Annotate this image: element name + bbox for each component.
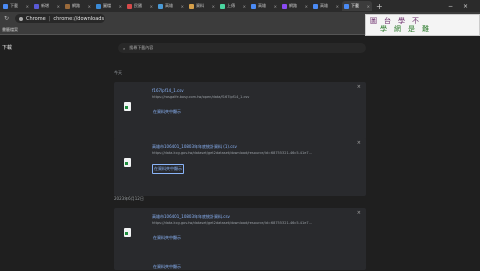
download-item: 在資料夾中顯示 — [114, 262, 366, 270]
tab-item[interactable]: 民國 × — [125, 1, 155, 11]
tab-item[interactable]: 網路 × — [280, 1, 310, 11]
download-filename-link[interactable]: 高雄市106401_10803年年底統計資料 (1).csv — [152, 144, 237, 150]
omnibox-scheme: Chrome — [26, 15, 46, 22]
new-tab-button[interactable]: + — [376, 2, 383, 11]
close-tab-icon[interactable]: × — [26, 4, 29, 9]
search-downloads-input[interactable]: ⌕ 搜尋下載內容 — [118, 43, 366, 53]
tab-label: 高雄 — [320, 3, 328, 8]
favicon-icon — [127, 3, 132, 9]
close-tab-icon[interactable]: × — [305, 4, 308, 9]
download-source-url[interactable]: https://data.kcg.gov.tw/dataset/get2data… — [152, 151, 342, 155]
favicon-icon — [96, 3, 101, 9]
tab-item[interactable]: 高雄 × — [311, 1, 341, 11]
tab-strip: 下載 × 新增 × 網路 × 圖檔 × 民國 × 高雄 × 資料 × 上傳 × 高雄 × 網路 × … — [0, 0, 480, 12]
calligraphy-overlay: 圖 台 學 不 學 網 是 難 — [365, 14, 480, 36]
show-in-folder-button[interactable]: 在資料夾中顯示 — [152, 108, 182, 116]
download-source-url[interactable]: https://data.kcg.gov.tw/dataset/get2data… — [152, 221, 342, 225]
remove-download-icon[interactable]: × — [357, 210, 361, 216]
tab-downloads-active[interactable]: 下載 × — [342, 1, 372, 11]
minimize-button[interactable]: − — [448, 0, 453, 12]
search-placeholder: 搜尋下載內容 — [129, 45, 154, 50]
tab-item[interactable]: 資料 × — [187, 1, 217, 11]
csv-file-icon — [124, 102, 131, 111]
tab-label: 圖檔 — [103, 3, 111, 8]
tab-item[interactable]: 新增 × — [32, 1, 62, 11]
favicon-icon — [313, 3, 318, 9]
tab-label: 網路 — [289, 3, 297, 8]
show-in-folder-button[interactable]: 在資料夾中顯示 — [152, 164, 184, 174]
favicon-icon — [34, 3, 39, 9]
close-tab-icon[interactable]: × — [88, 4, 91, 9]
close-tab-icon[interactable]: × — [150, 4, 153, 9]
search-icon: ⌕ — [123, 45, 126, 51]
close-tab-icon[interactable]: × — [57, 4, 60, 9]
close-tab-icon[interactable]: × — [367, 4, 370, 9]
favicon-icon — [282, 3, 287, 9]
tab-label: 高雄 — [258, 3, 266, 8]
tab-label: 下載 — [10, 3, 18, 8]
favicon-icon — [3, 3, 8, 9]
date-group-label: 今天 — [114, 70, 122, 75]
tab-item[interactable]: 高雄 × — [249, 1, 279, 11]
close-tab-icon[interactable]: × — [181, 4, 184, 9]
download-item: 高雄市106401_10803年年底統計資料.csv https://data.… — [114, 208, 366, 266]
close-window-button[interactable]: × — [463, 0, 468, 12]
overlay-line: 學 網 是 難 — [380, 25, 429, 33]
close-tab-icon[interactable]: × — [336, 4, 339, 9]
tab-label: 網路 — [72, 3, 80, 8]
omnibox-separator: | — [48, 15, 51, 22]
favicon-icon — [65, 3, 70, 9]
tab-item[interactable]: 圖檔 × — [94, 1, 124, 11]
close-tab-icon[interactable]: × — [212, 4, 215, 9]
tab-label: 民國 — [134, 3, 142, 8]
remove-download-icon[interactable]: × — [357, 140, 361, 146]
tab-label: 新增 — [41, 3, 49, 8]
download-filename-link[interactable]: f167lpf14_1.csv — [152, 88, 184, 93]
omnibox-url: chrome://downloads — [53, 15, 105, 22]
download-item: f167lpf14_1.csv https://rosgalfe.bosy.co… — [114, 82, 366, 140]
date-group-label: 2023年6月12日 — [114, 196, 144, 201]
bookmark-item[interactable]: 書籤檔案 — [2, 27, 18, 33]
remove-download-icon[interactable]: × — [357, 84, 361, 90]
overlay-line: 圖 台 學 不 — [370, 17, 419, 25]
favicon-icon — [344, 3, 349, 9]
tab-item[interactable]: 下載 × — [1, 1, 31, 11]
favicon-icon — [220, 3, 225, 9]
tab-label: 下載 — [351, 3, 359, 8]
chrome-icon — [19, 16, 24, 21]
close-tab-icon[interactable]: × — [119, 4, 122, 9]
omnibox[interactable]: Chrome | chrome://downloads — [15, 14, 106, 23]
download-filename-link[interactable]: 高雄市106401_10803年年底統計資料.csv — [152, 214, 230, 220]
tab-item[interactable]: 高雄 × — [156, 1, 186, 11]
close-tab-icon[interactable]: × — [274, 4, 277, 9]
tab-label: 上傳 — [227, 3, 235, 8]
page-title: 下載 — [2, 44, 13, 51]
tab-label: 高雄 — [165, 3, 173, 8]
download-item: 高雄市106401_10803年年底統計資料 (1).csv https://d… — [114, 138, 366, 196]
favicon-icon — [251, 3, 256, 9]
favicon-icon — [189, 3, 194, 9]
tab-label: 資料 — [196, 3, 204, 8]
favicon-icon — [158, 3, 163, 9]
csv-file-icon — [124, 228, 131, 237]
download-source-url[interactable]: https://rosgalfe.bosy.com.tw/open/data/f… — [152, 95, 342, 99]
reload-icon[interactable]: ↻ — [4, 15, 9, 22]
tab-item[interactable]: 上傳 × — [218, 1, 248, 11]
tab-item[interactable]: 網路 × — [63, 1, 93, 11]
csv-file-icon — [124, 158, 131, 167]
close-tab-icon[interactable]: × — [243, 4, 246, 9]
show-in-folder-button[interactable]: 在資料夾中顯示 — [152, 234, 182, 242]
